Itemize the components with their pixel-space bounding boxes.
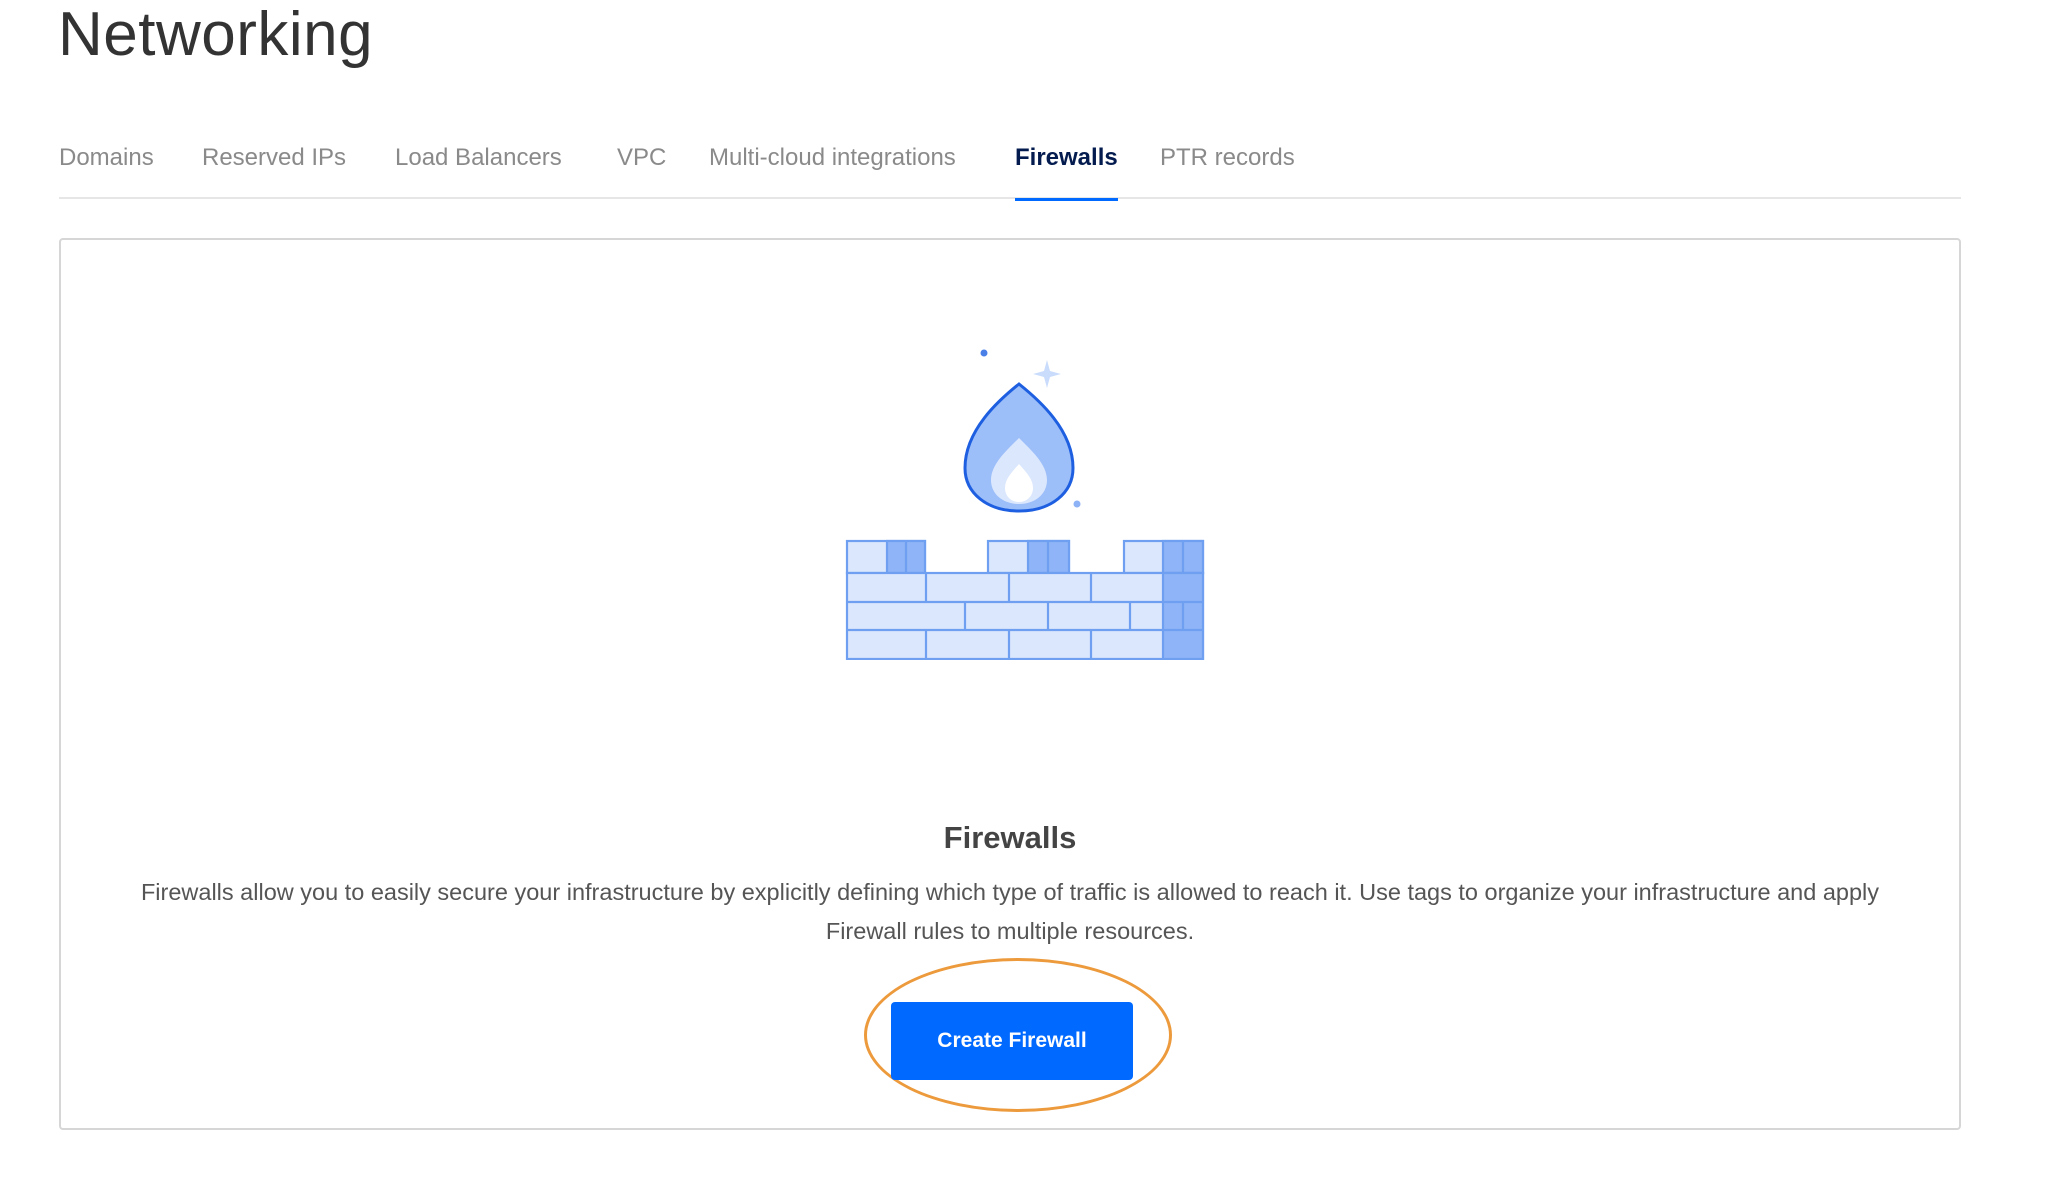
page-title: Networking (58, 0, 374, 69)
tab-firewalls[interactable]: Firewalls (1015, 128, 1118, 201)
networking-page: Networking Domains Reserved IPs Load Bal… (0, 0, 2062, 1190)
tab-reserved-ips[interactable]: Reserved IPs (202, 128, 346, 199)
tab-domains[interactable]: Domains (59, 128, 154, 199)
create-firewall-button[interactable]: Create Firewall (891, 1002, 1133, 1080)
tab-multi-cloud-integrations[interactable]: Multi-cloud integrations (709, 128, 956, 199)
tab-load-balancers[interactable]: Load Balancers (395, 128, 562, 199)
firewalls-empty-state: Firewalls Firewalls allow you to easily … (59, 238, 1961, 1130)
networking-tabs: Domains Reserved IPs Load Balancers VPC … (59, 128, 1961, 201)
tab-vpc[interactable]: VPC (617, 128, 666, 199)
empty-state-title: Firewalls (943, 820, 1077, 855)
firewall-illustration-icon (783, 340, 1283, 747)
empty-state-description: Firewalls allow you to easily secure you… (140, 879, 1880, 944)
tab-ptr-records[interactable]: PTR records (1160, 128, 1295, 199)
